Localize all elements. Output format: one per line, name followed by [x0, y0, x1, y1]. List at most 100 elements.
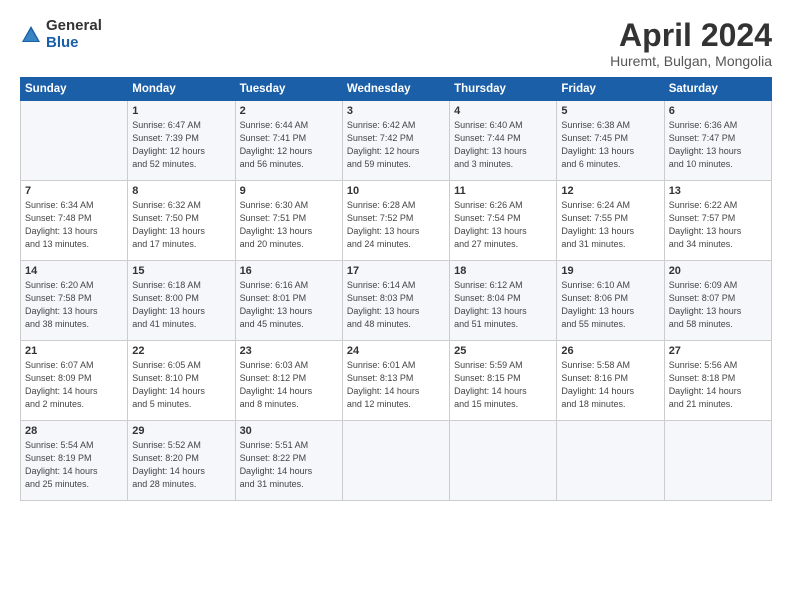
day-number: 20	[669, 265, 767, 277]
column-header-wednesday: Wednesday	[342, 78, 449, 101]
location: Huremt, Bulgan, Mongolia	[610, 53, 772, 69]
day-info: Sunrise: 6:26 AM Sunset: 7:54 PM Dayligh…	[454, 199, 552, 251]
page: General Blue April 2024 Huremt, Bulgan, …	[0, 0, 792, 612]
day-info: Sunrise: 6:22 AM Sunset: 7:57 PM Dayligh…	[669, 199, 767, 251]
calendar-cell: 30 Sunrise: 5:51 AM Sunset: 8:22 PM Dayli…	[235, 421, 342, 501]
calendar-table: SundayMondayTuesdayWednesdayThursdayFrid…	[20, 77, 772, 501]
calendar-cell: 15 Sunrise: 6:18 AM Sunset: 8:00 PM Dayli…	[128, 261, 235, 341]
day-number: 3	[347, 105, 445, 117]
logo-icon	[20, 24, 42, 46]
day-number: 6	[669, 105, 767, 117]
day-number: 8	[132, 185, 230, 197]
calendar-cell: 4 Sunrise: 6:40 AM Sunset: 7:44 PM Daylig…	[450, 101, 557, 181]
week-row-3: 14 Sunrise: 6:20 AM Sunset: 7:58 PM Dayli…	[21, 261, 772, 341]
calendar-cell	[342, 421, 449, 501]
week-row-5: 28 Sunrise: 5:54 AM Sunset: 8:19 PM Dayli…	[21, 421, 772, 501]
day-number: 10	[347, 185, 445, 197]
column-header-monday: Monday	[128, 78, 235, 101]
logo: General Blue	[20, 18, 102, 51]
day-info: Sunrise: 5:58 AM Sunset: 8:16 PM Dayligh…	[561, 359, 659, 411]
day-number: 28	[25, 425, 123, 437]
calendar-cell: 1 Sunrise: 6:47 AM Sunset: 7:39 PM Daylig…	[128, 101, 235, 181]
day-number: 29	[132, 425, 230, 437]
calendar-cell: 3 Sunrise: 6:42 AM Sunset: 7:42 PM Daylig…	[342, 101, 449, 181]
calendar-cell	[557, 421, 664, 501]
day-info: Sunrise: 6:05 AM Sunset: 8:10 PM Dayligh…	[132, 359, 230, 411]
day-info: Sunrise: 6:24 AM Sunset: 7:55 PM Dayligh…	[561, 199, 659, 251]
header: General Blue April 2024 Huremt, Bulgan, …	[20, 18, 772, 69]
day-info: Sunrise: 5:51 AM Sunset: 8:22 PM Dayligh…	[240, 439, 338, 491]
day-info: Sunrise: 6:34 AM Sunset: 7:48 PM Dayligh…	[25, 199, 123, 251]
calendar-cell	[450, 421, 557, 501]
column-header-tuesday: Tuesday	[235, 78, 342, 101]
day-number: 19	[561, 265, 659, 277]
day-number: 5	[561, 105, 659, 117]
day-info: Sunrise: 6:20 AM Sunset: 7:58 PM Dayligh…	[25, 279, 123, 331]
calendar-cell	[21, 101, 128, 181]
day-info: Sunrise: 5:56 AM Sunset: 8:18 PM Dayligh…	[669, 359, 767, 411]
day-number: 24	[347, 345, 445, 357]
day-number: 14	[25, 265, 123, 277]
calendar-cell: 2Sunrise: 6:44 AM Sunset: 7:41 PM Daylig…	[235, 101, 342, 181]
day-number: 2	[240, 105, 338, 117]
day-info: Sunrise: 6:47 AM Sunset: 7:39 PM Dayligh…	[132, 119, 230, 171]
day-info: Sunrise: 6:42 AM Sunset: 7:42 PM Dayligh…	[347, 119, 445, 171]
calendar-cell: 12Sunrise: 6:24 AM Sunset: 7:55 PM Dayli…	[557, 181, 664, 261]
calendar-cell: 6Sunrise: 6:36 AM Sunset: 7:47 PM Daylig…	[664, 101, 771, 181]
calendar-cell: 5 Sunrise: 6:38 AM Sunset: 7:45 PM Daylig…	[557, 101, 664, 181]
day-number: 1	[132, 105, 230, 117]
day-info: Sunrise: 6:40 AM Sunset: 7:44 PM Dayligh…	[454, 119, 552, 171]
calendar-cell: 20Sunrise: 6:09 AM Sunset: 8:07 PM Dayli…	[664, 261, 771, 341]
day-info: Sunrise: 6:03 AM Sunset: 8:12 PM Dayligh…	[240, 359, 338, 411]
calendar-cell: 19Sunrise: 6:10 AM Sunset: 8:06 PM Dayli…	[557, 261, 664, 341]
calendar-cell: 7 Sunrise: 6:34 AM Sunset: 7:48 PM Daylig…	[21, 181, 128, 261]
calendar-cell: 24 Sunrise: 6:01 AM Sunset: 8:13 PM Dayli…	[342, 341, 449, 421]
day-number: 26	[561, 345, 659, 357]
day-info: Sunrise: 6:12 AM Sunset: 8:04 PM Dayligh…	[454, 279, 552, 331]
day-info: Sunrise: 6:16 AM Sunset: 8:01 PM Dayligh…	[240, 279, 338, 331]
day-number: 15	[132, 265, 230, 277]
day-info: Sunrise: 5:52 AM Sunset: 8:20 PM Dayligh…	[132, 439, 230, 491]
day-number: 27	[669, 345, 767, 357]
day-number: 23	[240, 345, 338, 357]
day-info: Sunrise: 6:30 AM Sunset: 7:51 PM Dayligh…	[240, 199, 338, 251]
logo-text: General Blue	[46, 18, 102, 51]
calendar-cell: 8Sunrise: 6:32 AM Sunset: 7:50 PM Daylig…	[128, 181, 235, 261]
month-title: April 2024	[610, 18, 772, 53]
calendar-cell: 21Sunrise: 6:07 AM Sunset: 8:09 PM Dayli…	[21, 341, 128, 421]
day-info: Sunrise: 6:14 AM Sunset: 8:03 PM Dayligh…	[347, 279, 445, 331]
week-row-2: 7 Sunrise: 6:34 AM Sunset: 7:48 PM Daylig…	[21, 181, 772, 261]
day-info: Sunrise: 6:18 AM Sunset: 8:00 PM Dayligh…	[132, 279, 230, 331]
day-number: 30	[240, 425, 338, 437]
logo-general: General	[46, 18, 102, 35]
day-number: 4	[454, 105, 552, 117]
day-number: 11	[454, 185, 552, 197]
day-number: 25	[454, 345, 552, 357]
day-info: Sunrise: 6:01 AM Sunset: 8:13 PM Dayligh…	[347, 359, 445, 411]
calendar-cell: 26 Sunrise: 5:58 AM Sunset: 8:16 PM Dayli…	[557, 341, 664, 421]
calendar-cell: 25Sunrise: 5:59 AM Sunset: 8:15 PM Dayli…	[450, 341, 557, 421]
header-row: SundayMondayTuesdayWednesdayThursdayFrid…	[21, 78, 772, 101]
day-info: Sunrise: 6:28 AM Sunset: 7:52 PM Dayligh…	[347, 199, 445, 251]
calendar-cell: 16 Sunrise: 6:16 AM Sunset: 8:01 PM Dayli…	[235, 261, 342, 341]
day-number: 21	[25, 345, 123, 357]
day-info: Sunrise: 6:38 AM Sunset: 7:45 PM Dayligh…	[561, 119, 659, 171]
day-number: 22	[132, 345, 230, 357]
column-header-friday: Friday	[557, 78, 664, 101]
week-row-1: 1 Sunrise: 6:47 AM Sunset: 7:39 PM Daylig…	[21, 101, 772, 181]
day-number: 7	[25, 185, 123, 197]
logo-blue: Blue	[46, 35, 102, 52]
column-header-thursday: Thursday	[450, 78, 557, 101]
calendar-cell: 23 Sunrise: 6:03 AM Sunset: 8:12 PM Dayli…	[235, 341, 342, 421]
calendar-cell: 27 Sunrise: 5:56 AM Sunset: 8:18 PM Dayli…	[664, 341, 771, 421]
day-number: 16	[240, 265, 338, 277]
column-header-saturday: Saturday	[664, 78, 771, 101]
day-number: 13	[669, 185, 767, 197]
week-row-4: 21Sunrise: 6:07 AM Sunset: 8:09 PM Dayli…	[21, 341, 772, 421]
day-number: 9	[240, 185, 338, 197]
day-number: 17	[347, 265, 445, 277]
calendar-cell	[664, 421, 771, 501]
column-header-sunday: Sunday	[21, 78, 128, 101]
day-info: Sunrise: 5:54 AM Sunset: 8:19 PM Dayligh…	[25, 439, 123, 491]
calendar-cell: 11 Sunrise: 6:26 AM Sunset: 7:54 PM Dayli…	[450, 181, 557, 261]
